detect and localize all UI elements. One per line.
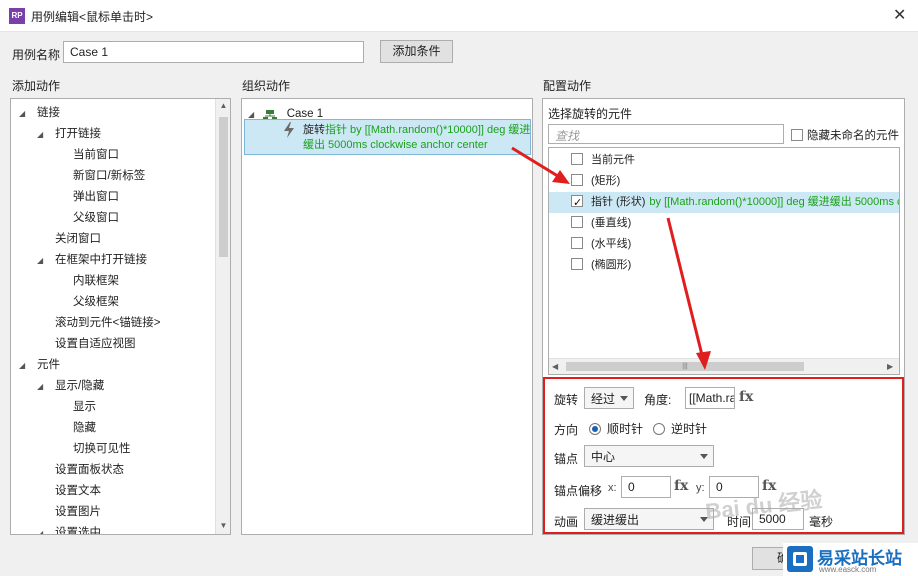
arrowhead-2 <box>696 351 711 370</box>
site-watermark: 易采站长站 www.easck.com <box>783 543 918 576</box>
arrowhead-1 <box>552 170 570 184</box>
site-logo-icon <box>787 546 813 572</box>
arrow-to-config <box>666 217 704 356</box>
arrow-to-widget <box>511 146 562 180</box>
site-url: www.easck.com <box>819 565 877 574</box>
